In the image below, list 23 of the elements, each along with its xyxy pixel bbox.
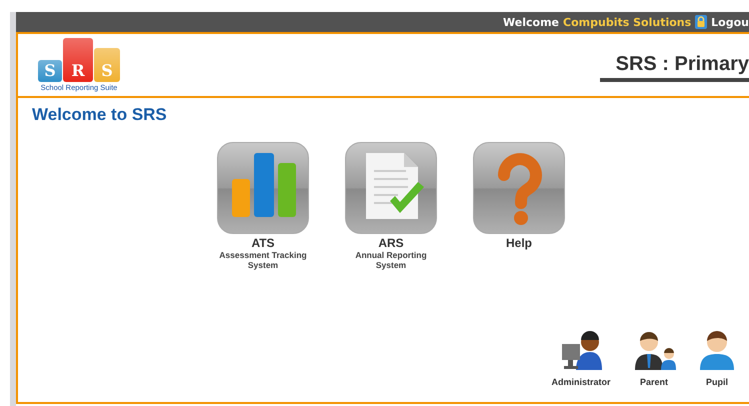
document-check-icon — [345, 142, 437, 234]
module-link[interactable]: ARS Annual Reporting System — [336, 142, 446, 270]
logo-letter: R — [63, 38, 93, 82]
module-title: Help — [506, 236, 532, 250]
module-description: Annual Reporting System — [354, 250, 428, 270]
lock-icon — [695, 15, 708, 29]
question-mark-icon — [473, 142, 565, 234]
module-title: ATS — [251, 236, 275, 250]
logo-letter: S — [38, 60, 62, 82]
role-link[interactable]: Pupil — [694, 326, 740, 390]
role-link[interactable]: Parent — [626, 326, 682, 390]
module-title: ARS — [378, 236, 404, 250]
module-description: Assessment Tracking System — [218, 250, 308, 270]
bar-chart-icon — [217, 142, 309, 234]
logo-letter: S — [94, 48, 120, 82]
user-name: Compubits Solutions — [563, 16, 692, 28]
page-header-title: SRS : Primary — [600, 53, 749, 82]
role-link[interactable]: Administrator — [546, 326, 616, 390]
welcome-text: Welcome — [503, 16, 560, 28]
page-title: Welcome to SRS — [32, 104, 168, 126]
module-link[interactable]: ATS Assessment Tracking System — [208, 142, 318, 270]
module-link[interactable]: Help — [464, 142, 574, 270]
logout-link[interactable]: Logou — [711, 16, 749, 28]
